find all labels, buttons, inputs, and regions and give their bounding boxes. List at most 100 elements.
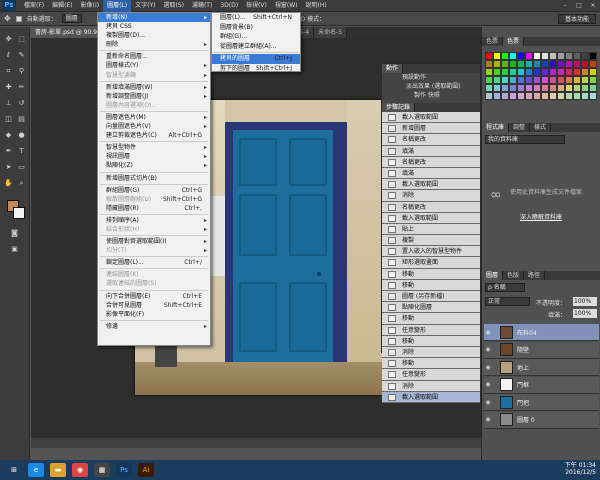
swatch-cell[interactable] <box>557 76 565 84</box>
type-tool-icon[interactable]: T <box>15 145 28 157</box>
swatch-cell[interactable] <box>501 68 509 76</box>
menu-8[interactable]: 檢視(V) <box>242 0 271 12</box>
layer-row[interactable]: ◉ 門把 <box>484 394 599 411</box>
swatch-cell[interactable] <box>589 60 597 68</box>
history-item[interactable]: 載入選取範圍 <box>382 391 480 403</box>
history-item[interactable]: 新增圖層 <box>382 123 480 135</box>
action-set-default[interactable]: 預設動作 <box>386 73 480 82</box>
menu-item[interactable]: 圖層遮色片(M) ▸ <box>98 113 210 122</box>
swatch-cell[interactable] <box>549 52 557 60</box>
menu-6[interactable]: 濾鏡(T) <box>188 0 216 12</box>
history-item[interactable]: 名稱更改 <box>382 201 480 213</box>
swatch-cell[interactable] <box>549 76 557 84</box>
swatch-cell[interactable] <box>541 60 549 68</box>
eye-icon[interactable]: ◉ <box>484 399 492 406</box>
swatch-cell[interactable] <box>509 60 517 68</box>
menu-10[interactable]: 說明(H) <box>302 0 331 12</box>
swatch-cell[interactable] <box>533 68 541 76</box>
history-item[interactable]: 填滿 <box>382 167 480 180</box>
layer-row[interactable]: ◉ 隨壁 <box>484 341 599 359</box>
swatch-cell[interactable] <box>581 60 589 68</box>
swatch-cell[interactable] <box>573 68 581 76</box>
zoom-tool-icon[interactable]: ⌕ <box>15 177 28 189</box>
action-fade[interactable]: 淡出效果 (選取範圍) <box>386 82 480 91</box>
opacity-input[interactable]: 100% <box>573 297 597 306</box>
fill-input[interactable]: 100% <box>573 309 597 318</box>
layer-row[interactable]: ◉ 圖層 0 <box>484 411 599 429</box>
swatch-cell[interactable] <box>493 68 501 76</box>
workspace-select[interactable]: 基本功能 <box>557 14 596 24</box>
swatch-cell[interactable] <box>493 84 501 92</box>
menu-item[interactable]: 均分(T) ▸ <box>98 246 210 255</box>
illustrator-taskbar-icon[interactable]: Ai <box>138 463 154 477</box>
menu-item[interactable]: 建立剪裁遮色片(C) Alt+Ctrl+G <box>98 131 210 140</box>
swatch-cell[interactable] <box>533 76 541 84</box>
menu-item[interactable]: 刪除 ▸ <box>98 40 210 49</box>
swatch-cell[interactable] <box>517 84 525 92</box>
crop-tool-icon[interactable]: ⌗ <box>2 65 15 77</box>
menu-item[interactable]: 新增圖層式切片(B) <box>98 174 210 183</box>
layer-row[interactable]: ◉ 門框 <box>484 376 599 394</box>
swatch-cell[interactable] <box>485 60 493 68</box>
swatch-cell[interactable] <box>501 92 509 100</box>
menu-item[interactable]: 群組(G)... <box>212 32 300 42</box>
menu-item[interactable]: 影像平面化(F) <box>98 310 210 319</box>
swatch-cell[interactable] <box>573 52 581 60</box>
quick-select-icon[interactable]: ✎ <box>15 49 28 61</box>
history-item[interactable]: 移動 <box>382 335 480 347</box>
history-item[interactable]: 點陣化圖層 <box>382 302 480 314</box>
gradient-tool-icon[interactable]: ▤ <box>15 113 28 125</box>
swatch-cell[interactable] <box>493 76 501 84</box>
auto-select-target[interactable]: 圖層 <box>61 14 82 23</box>
eye-icon[interactable]: ◉ <box>484 329 492 336</box>
swatch-cell[interactable] <box>533 92 541 100</box>
swatch-cell[interactable] <box>589 52 597 60</box>
history-item[interactable]: 名稱更改 <box>382 156 480 168</box>
menu-9[interactable]: 視窗(W) <box>271 0 302 12</box>
swatch-cell[interactable] <box>485 76 493 84</box>
menu-item[interactable]: 複製圖層(D)... <box>98 31 210 40</box>
swatch-cell[interactable] <box>549 60 557 68</box>
swatch-cell[interactable] <box>581 76 589 84</box>
swatch-cell[interactable] <box>533 52 541 60</box>
history-item[interactable]: 複製 <box>382 235 480 247</box>
menu-item[interactable]: 拷貝 CSS <box>98 22 210 31</box>
history-item[interactable]: 載入選取範圍 <box>382 112 480 124</box>
history-item[interactable]: 填滿 <box>382 145 480 157</box>
history-item[interactable]: 移動 <box>382 313 480 325</box>
swatch-cell[interactable] <box>485 52 493 60</box>
swatch-cell[interactable] <box>565 60 573 68</box>
quick-mask-icon[interactable]: ◙ <box>8 227 21 239</box>
history-item[interactable]: 載入選取範圍 <box>382 179 480 191</box>
swatch-cell[interactable] <box>525 52 533 60</box>
tab-history[interactable]: 步驟記錄 <box>382 103 416 112</box>
swatch-cell[interactable] <box>589 68 597 76</box>
swatch-cell[interactable] <box>501 84 509 92</box>
library-select[interactable]: 我的資料庫 <box>485 135 565 144</box>
swatch-cell[interactable] <box>493 60 501 68</box>
menu-item[interactable]: 新增填滿圖層(W) ▸ <box>98 83 210 92</box>
swatch-cell[interactable] <box>517 60 525 68</box>
background-color-swatch[interactable] <box>13 207 25 219</box>
tab-actions[interactable]: 動作 <box>382 64 404 73</box>
swatch-cell[interactable] <box>517 52 525 60</box>
tab-adjust[interactable]: 調整 <box>509 123 531 132</box>
swatch-cell[interactable] <box>565 76 573 84</box>
photoshop-taskbar-icon[interactable]: Ps <box>116 463 132 477</box>
history-item[interactable]: 任意變形 <box>382 324 480 336</box>
history-item[interactable]: 名稱更改 <box>382 134 480 146</box>
menu-item[interactable]: 剪下的圖層 Shift+Ctrl+J <box>212 64 300 74</box>
swatch-cell[interactable] <box>549 92 557 100</box>
eraser-tool-icon[interactable]: ◫ <box>2 113 15 125</box>
tab-libraries[interactable]: 程式庫 <box>482 123 510 132</box>
menu-item[interactable]: 向量圖遮色片(V) ▸ <box>98 122 210 131</box>
marquee-tool-icon[interactable]: ⬚ <box>15 33 28 45</box>
history-item[interactable]: 消除 <box>382 190 480 202</box>
swatch-cell[interactable] <box>557 84 565 92</box>
swatch-cell[interactable] <box>525 76 533 84</box>
menu-item[interactable]: 群組圖層(G) Ctrl+G <box>98 186 210 195</box>
layer-row[interactable]: ◉ 布料04 <box>484 324 599 341</box>
menu-item[interactable]: 向下合併圖層(E) Ctrl+E <box>98 292 210 301</box>
swatch-cell[interactable] <box>509 84 517 92</box>
menu-item[interactable]: 拷貝的圖層 Ctrl+J <box>212 54 300 64</box>
